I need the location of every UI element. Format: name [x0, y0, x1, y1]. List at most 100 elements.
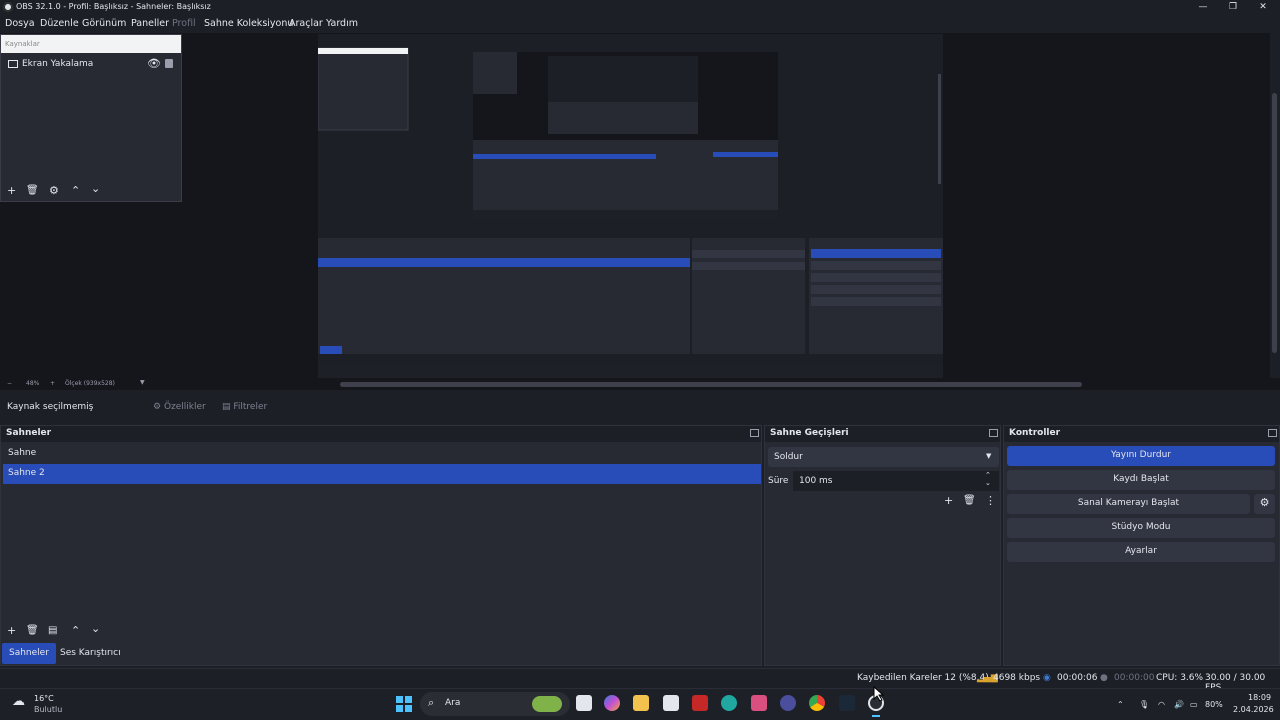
close-button[interactable]: ✕	[1248, 0, 1278, 15]
app-icon[interactable]	[751, 695, 767, 711]
battery-level: 80%	[1205, 700, 1223, 709]
clock-date[interactable]: 2.04.2026	[1233, 705, 1274, 714]
clock-time[interactable]: 18:09	[1248, 693, 1271, 702]
preview-canvas[interactable]	[318, 34, 943, 379]
studio-mode-button[interactable]: Stüdyo Modu	[1007, 518, 1275, 538]
scene-item[interactable]: Sahne	[3, 444, 761, 464]
properties-button[interactable]: ⚙ Özellikler	[145, 398, 214, 418]
tab-audio-mixer[interactable]: Ses Karıştırıcı	[53, 643, 128, 664]
transitions-dock-header: Sahne Geçişleri	[765, 426, 1000, 442]
menu-scene-collection[interactable]: Sahne Koleksiyonu	[204, 18, 293, 29]
add-source-icon[interactable]: +	[7, 184, 16, 197]
scenes-title: Sahneler	[6, 428, 52, 438]
file-explorer-icon[interactable]	[633, 695, 649, 711]
delete-transition-icon[interactable]: 🗑	[963, 495, 976, 506]
volume-icon[interactable]: 🔊	[1174, 700, 1184, 709]
delete-scene-icon[interactable]: 🗑	[26, 625, 39, 636]
zoom-level: 48%	[26, 380, 40, 387]
menu-help[interactable]: Yardım	[326, 18, 358, 29]
move-up-icon[interactable]: ⌃	[71, 184, 80, 197]
transitions-dock: Sahne Geçişleri Soldur ▼ Süre 100 ms ⌃ ⌄…	[764, 425, 1001, 666]
start-recording-button[interactable]: Kaydı Başlat	[1007, 470, 1275, 490]
menu-bar: Dosya Düzenle Görünüm Paneller Profil Sa…	[0, 15, 1280, 33]
battery-icon[interactable]: ▭	[1190, 700, 1198, 709]
wifi-icon[interactable]: ◠	[1158, 700, 1165, 709]
delete-source-icon[interactable]: 🗑	[26, 185, 39, 196]
lock-icon[interactable]	[165, 59, 173, 68]
menu-profile[interactable]: Profil	[172, 18, 196, 29]
scroll-thumb[interactable]	[1272, 93, 1277, 353]
scene-filter-icon[interactable]: ▤	[48, 625, 57, 636]
search-icon: ⌕	[428, 696, 435, 709]
source-item[interactable]: Ekran Yakalama 👁	[1, 57, 181, 73]
settings-button[interactable]: Ayarlar	[1007, 542, 1275, 562]
chevron-down-icon: ▼	[986, 452, 992, 460]
menu-edit[interactable]: Düzenle	[40, 18, 79, 29]
spin-up-icon[interactable]: ⌃	[985, 471, 991, 479]
move-up-icon[interactable]: ⌃	[71, 624, 80, 637]
properties-label: Özellikler	[163, 402, 206, 412]
add-scene-icon[interactable]: +	[7, 624, 16, 637]
maximize-button[interactable]: ❐	[1218, 0, 1248, 15]
proton-vpn-icon[interactable]	[780, 695, 796, 711]
spin-down-icon[interactable]: ⌄	[985, 479, 991, 487]
scene-item-selected[interactable]: Sahne 2	[3, 464, 761, 484]
weather-desc[interactable]: Bulutlu	[34, 705, 62, 714]
preview-horizontal-scrollbar[interactable]	[340, 382, 1082, 387]
virtual-camera-settings-icon[interactable]: ⚙	[1254, 494, 1275, 514]
duration-value: 100 ms	[799, 476, 833, 486]
weather-temp[interactable]: 16°C	[34, 694, 54, 703]
minimize-button[interactable]: —	[1188, 0, 1218, 15]
preview-vertical-scrollbar[interactable]	[1270, 33, 1280, 378]
float-dock-icon[interactable]	[989, 429, 998, 437]
duration-input[interactable]: 100 ms ⌃ ⌄	[793, 471, 999, 491]
gear-icon[interactable]: ⚙	[49, 184, 59, 197]
canvas-info: Ölçek (939x528)	[65, 380, 115, 387]
zoom-in-icon[interactable]: +	[50, 380, 55, 387]
windows-start-icon[interactable]	[396, 696, 412, 712]
store-icon[interactable]	[663, 695, 679, 711]
mcafee-icon[interactable]	[692, 695, 708, 711]
stop-streaming-button[interactable]: Yayını Durdur	[1007, 446, 1275, 466]
context-bar: Kaynak seçilmemiş ⚙ Özellikler ▤ Filtrel…	[0, 396, 1280, 420]
menu-file[interactable]: Dosya	[5, 18, 35, 29]
menu-view[interactable]: Görünüm	[82, 18, 126, 29]
add-transition-icon[interactable]: +	[944, 494, 953, 507]
sources-dock: Kaynaklar Ekran Yakalama 👁 + 🗑 ⚙ ⌃ ⌄	[0, 34, 182, 202]
transition-selected: Soldur	[774, 452, 803, 462]
chevron-up-icon[interactable]: ⌃	[1117, 700, 1124, 709]
weather-cloud-icon: ☁	[12, 694, 25, 709]
microphone-icon[interactable]: 🎙	[1139, 700, 1149, 709]
search-highlight-image	[532, 696, 562, 712]
task-view-icon[interactable]	[576, 695, 592, 711]
filters-label: Filtreler	[233, 402, 268, 412]
zoom-out-icon[interactable]: −	[7, 380, 12, 387]
monitor-icon	[8, 60, 18, 68]
more-options-icon[interactable]: ⋮	[985, 494, 996, 507]
stream-time: 00:00:06	[1057, 673, 1098, 683]
transition-select[interactable]: Soldur ▼	[768, 447, 999, 467]
move-down-icon[interactable]: ⌄	[91, 622, 100, 635]
bitrate: 4698 kbps	[993, 673, 1041, 683]
copilot-icon[interactable]	[604, 695, 620, 711]
controls-title: Kontroller	[1009, 428, 1061, 438]
menu-docks[interactable]: Paneller	[131, 18, 169, 29]
chevron-down-icon[interactable]: ▼	[140, 379, 145, 386]
start-virtual-camera-button[interactable]: Sanal Kamerayı Başlat	[1007, 494, 1250, 514]
filters-button[interactable]: ▤ Filtreler	[214, 398, 275, 418]
float-dock-icon[interactable]	[1268, 429, 1277, 437]
steam-icon[interactable]	[839, 695, 855, 711]
tab-scenes[interactable]: Sahneler	[2, 643, 56, 664]
scenes-dock: Sahneler Sahne Sahne 2 + 🗑 ▤ ⌃ ⌄	[0, 425, 762, 666]
chrome-icon[interactable]	[809, 695, 825, 711]
taskbar-search[interactable]: ⌕ Ara	[420, 692, 570, 716]
edge-icon[interactable]	[721, 695, 737, 711]
transitions-title: Sahne Geçişleri	[770, 428, 849, 438]
no-source-label: Kaynak seçilmemiş	[7, 402, 94, 412]
scenes-dock-header: Sahneler	[1, 426, 761, 442]
move-down-icon[interactable]: ⌄	[91, 182, 100, 195]
sources-dock-header[interactable]: Kaynaklar	[1, 35, 181, 53]
menu-tools[interactable]: Araçlar	[289, 18, 323, 29]
float-dock-icon[interactable]	[750, 429, 759, 437]
eye-icon[interactable]: 👁	[147, 57, 161, 70]
